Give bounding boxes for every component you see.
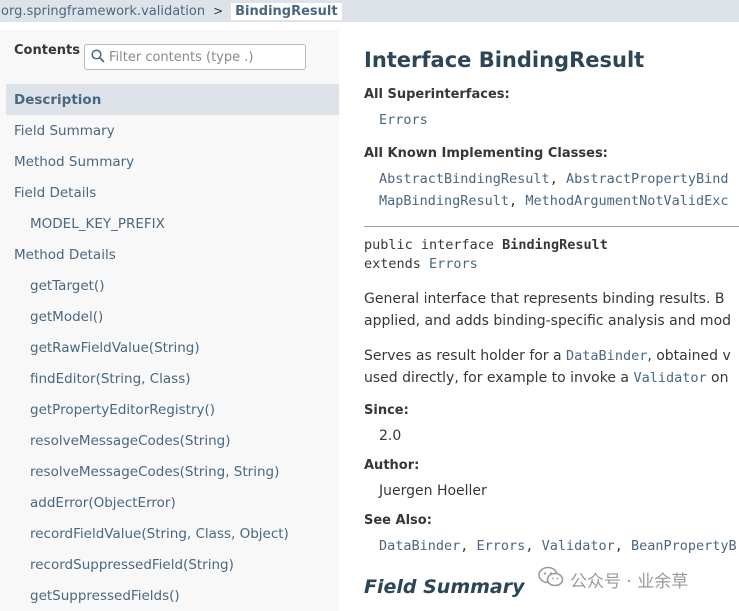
watermark-text: 公众号 · 业余草: [570, 572, 689, 592]
toc-item-record-field-value[interactable]: recordFieldValue(String, Class, Object): [6, 518, 339, 549]
description-line: applied, and adds binding-specific analy…: [364, 313, 732, 329]
signature-modifiers: public interface: [364, 237, 503, 253]
list-comma: ,: [460, 538, 477, 554]
impl-link-method-argument-not-valid-exception[interactable]: MethodArgumentNotValidExc: [525, 193, 728, 209]
page-title: Interface BindingResult: [364, 48, 645, 72]
see-also-list: DataBinder, Errors, Validator, BeanPrope…: [379, 538, 737, 554]
validator-link[interactable]: Validator: [633, 370, 706, 386]
main-content: Interface BindingResult All Superinterfa…: [364, 30, 739, 611]
field-summary-heading: Field Summary: [364, 576, 525, 598]
type-signature-line1: public interface BindingResult: [364, 237, 608, 253]
toc-item-description[interactable]: Description: [6, 84, 339, 115]
divider: [364, 226, 739, 227]
text-span: on: [706, 370, 729, 386]
list-comma: ,: [549, 171, 566, 187]
author-value: Juergen Hoeller: [379, 483, 487, 499]
see-also-link-bean-property-binding-result[interactable]: BeanPropertyB: [631, 538, 737, 554]
toc-item-field-details[interactable]: Field Details: [6, 177, 339, 208]
toc-header: Contents: [14, 43, 80, 58]
text-span: , obtained v: [647, 348, 731, 364]
impl-link-abstract-property-binding-result[interactable]: AbstractPropertyBind: [566, 171, 729, 187]
superinterfaces-list: Errors: [379, 112, 428, 128]
breadcrumb-package-link[interactable]: org.springframework.validation: [1, 4, 205, 19]
search-icon: [91, 48, 105, 67]
toc-item-resolve-message-codes-2[interactable]: resolveMessageCodes(String, String): [6, 456, 339, 487]
toc-item-resolve-message-codes-1[interactable]: resolveMessageCodes(String): [6, 425, 339, 456]
superinterfaces-label: All Superinterfaces:: [364, 87, 510, 102]
signature-extends-link[interactable]: Errors: [429, 256, 478, 272]
see-also-link-validator[interactable]: Validator: [542, 538, 615, 554]
see-also-link-errors[interactable]: Errors: [477, 538, 526, 554]
toc-item-model-key-prefix[interactable]: MODEL_KEY_PREFIX: [6, 208, 339, 239]
watermark: 公众号 · 业余草: [538, 566, 688, 593]
breadcrumb-separator: >: [213, 4, 224, 18]
since-value: 2.0: [379, 428, 402, 444]
data-binder-link[interactable]: DataBinder: [566, 348, 647, 364]
author-label: Author:: [364, 458, 420, 473]
description-line: used directly, for example to invoke a V…: [364, 367, 731, 389]
toc-item-get-raw-field-value[interactable]: getRawFieldValue(String): [6, 332, 339, 363]
toc-item-find-editor[interactable]: findEditor(String, Class): [6, 363, 339, 394]
text-span: used directly, for example to invoke a: [364, 370, 634, 386]
toc-item-record-suppressed-field[interactable]: recordSuppressedField(String): [6, 549, 339, 580]
toc-item-add-error[interactable]: addError(ObjectError): [6, 487, 339, 518]
list-comma: ,: [614, 538, 632, 554]
superinterface-link-errors[interactable]: Errors: [379, 112, 428, 128]
toc-sidebar: Contents Description Field Summary Metho…: [0, 30, 339, 611]
toc-item-field-summary[interactable]: Field Summary: [6, 115, 339, 146]
since-label: Since:: [364, 403, 409, 418]
toc-item-method-details[interactable]: Method Details: [6, 239, 339, 270]
list-comma: ,: [509, 193, 526, 209]
signature-extends: extends: [364, 256, 430, 272]
list-comma: ,: [525, 538, 542, 554]
toc-item-get-model[interactable]: getModel(): [6, 301, 339, 332]
description-paragraph-2: Serves as result holder for a DataBinder…: [364, 345, 731, 389]
breadcrumb: org.springframework.validation > Binding…: [0, 0, 739, 22]
see-also-link-data-binder[interactable]: DataBinder: [379, 538, 460, 554]
signature-type-name: BindingResult: [502, 237, 608, 253]
text-span: Serves as result holder for a: [364, 348, 567, 364]
toc-item-get-target[interactable]: getTarget(): [6, 270, 339, 301]
implementing-classes-row: AbstractBindingResult, AbstractPropertyB…: [379, 171, 729, 187]
toc-item-get-property-editor-registry[interactable]: getPropertyEditorRegistry(): [6, 394, 339, 425]
toc-title: Contents: [14, 43, 80, 58]
toc-item-method-summary[interactable]: Method Summary: [6, 146, 339, 177]
toc-list: Description Field Summary Method Summary…: [6, 84, 339, 611]
filter-contents-input[interactable]: [109, 49, 299, 65]
description-paragraph-1: General interface that represents bindin…: [364, 288, 731, 332]
implementing-classes-row: MapBindingResult, MethodArgumentNotValid…: [379, 193, 729, 209]
impl-link-abstract-binding-result[interactable]: AbstractBindingResult: [379, 171, 550, 187]
filter-contents-field[interactable]: [84, 44, 306, 70]
wechat-icon: [538, 566, 570, 593]
see-also-label: See Also:: [364, 513, 432, 528]
description-line: Serves as result holder for a DataBinder…: [364, 345, 731, 367]
type-signature-line2: extends Errors: [364, 256, 478, 272]
description-line: General interface that represents bindin…: [364, 291, 725, 307]
implementing-classes-label: All Known Implementing Classes:: [364, 146, 608, 161]
impl-link-map-binding-result[interactable]: MapBindingResult: [379, 193, 509, 209]
breadcrumb-current-class[interactable]: BindingResult: [231, 2, 342, 20]
toc-item-get-suppressed-fields[interactable]: getSuppressedFields(): [6, 580, 339, 611]
